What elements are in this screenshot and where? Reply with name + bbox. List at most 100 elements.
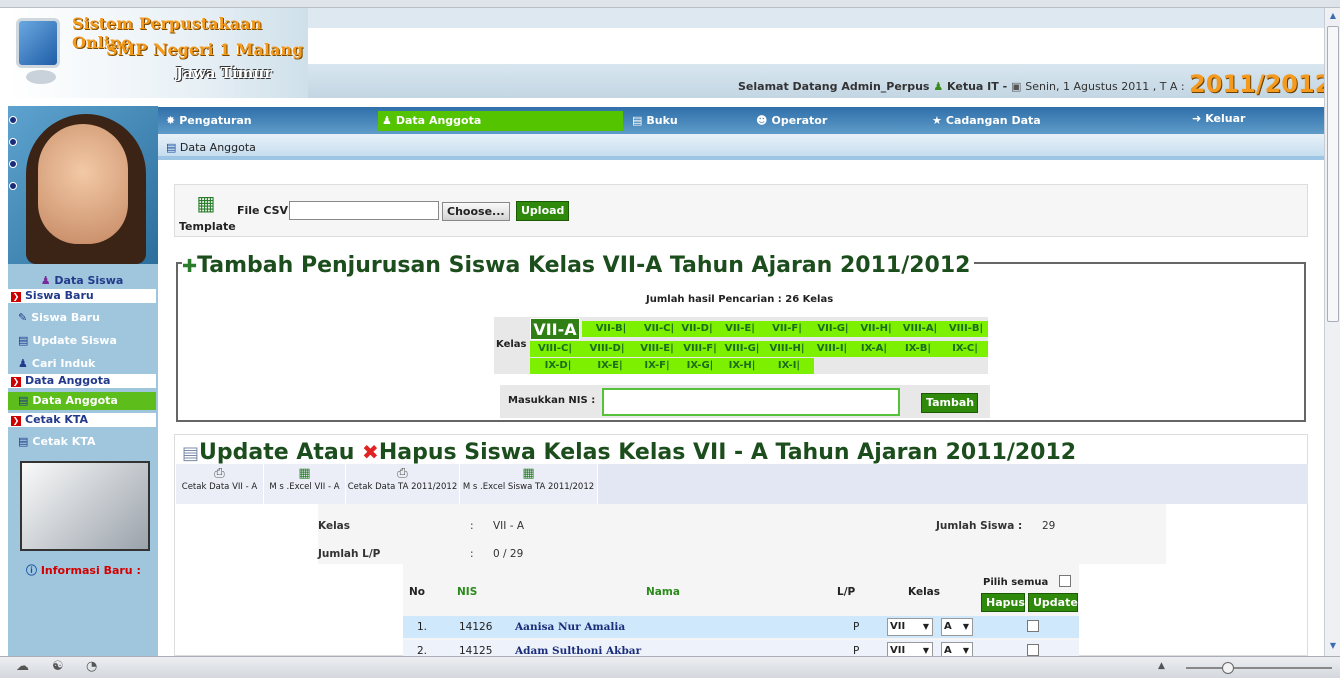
template-label[interactable]: Template	[179, 220, 236, 233]
bullet-icon	[9, 138, 17, 146]
nis-input[interactable]	[602, 388, 900, 416]
info-sep: :	[470, 520, 474, 532]
file-csv-input[interactable]	[289, 201, 439, 220]
nav-item-data-anggota[interactable]: ♟ Data Anggota	[378, 111, 623, 131]
class-option[interactable]: VIII-D|	[580, 341, 634, 357]
class-option[interactable]: VIII-C|	[530, 341, 580, 357]
excel-year-button[interactable]: ▦ M s .Excel Siswa TA 2011/2012	[460, 464, 598, 504]
upload-button[interactable]: Upload	[516, 201, 570, 221]
cloud-icon[interactable]: ☁	[16, 659, 29, 674]
row-sub-select[interactable]: A ▼	[941, 642, 973, 656]
gauge-icon[interactable]: ◔	[86, 659, 97, 674]
row-nis: 14125	[459, 645, 493, 656]
chevron-down-icon: ▼	[922, 646, 929, 655]
class-option[interactable]: VIII-B|	[944, 321, 988, 337]
sidebar-item-cetak-kta[interactable]: ▤ Cetak KTA	[8, 435, 156, 449]
class-option[interactable]: IX-E|	[586, 358, 634, 374]
class-option[interactable]: VII-E|	[716, 321, 764, 337]
calendar-icon: ▣	[1011, 80, 1022, 93]
nav-item-cadangan-data[interactable]: ★ Cadangan Data	[928, 111, 1178, 131]
operator-photo	[8, 106, 158, 264]
row-checkbox[interactable]	[1027, 644, 1039, 656]
row-nis: 14126	[459, 621, 493, 633]
nav-item-buku[interactable]: ▤ Buku	[628, 111, 748, 131]
academic-year: 2011/2012	[1189, 70, 1324, 98]
browser-toolbar	[0, 0, 1340, 8]
class-option[interactable]: IX-C|	[942, 341, 988, 357]
col-no: No	[409, 586, 426, 598]
class-option[interactable]: VIII-G|	[720, 341, 764, 357]
sidebar-section-data-anggota[interactable]: ❯ Data Anggota	[8, 374, 156, 388]
class-option[interactable]: IX-A|	[854, 341, 894, 357]
class-option[interactable]: VII-H|	[856, 321, 896, 337]
sidebar-title: ♟ Data Siswa	[40, 274, 124, 287]
row-kelas-select[interactable]: VII ▼	[887, 618, 933, 636]
scroll-thumb[interactable]	[1327, 26, 1339, 322]
row-sub-select[interactable]: A ▼	[941, 618, 973, 636]
row-checkbox[interactable]	[1027, 620, 1039, 632]
class-option[interactable]: VII-G|	[810, 321, 856, 337]
sidebar-section-siswa-baru[interactable]: ❯ Siswa Baru	[8, 289, 156, 303]
class-option[interactable]: VIII-E|	[634, 341, 680, 357]
class-option[interactable]: VII-D|	[678, 321, 716, 337]
info-sep: :	[470, 548, 474, 560]
class-option[interactable]: IX-F|	[634, 358, 680, 374]
sidebar-item-cari-induk[interactable]: ♟ Cari Induk	[8, 357, 156, 371]
student-table: No NIS Nama L/P Kelas Pilih semua Hapus …	[403, 564, 1079, 656]
class-option[interactable]: VII-C|	[640, 321, 678, 337]
class-option[interactable]: IX-I|	[764, 358, 814, 374]
scroll-down-icon[interactable]: ▼	[1327, 640, 1339, 652]
zoom-out-icon[interactable]: ▲	[1158, 661, 1165, 671]
vertical-scrollbar[interactable]: ▲ ▼	[1324, 8, 1340, 656]
class-option[interactable]: VIII-H|	[764, 341, 810, 357]
sidebar: ♟ Data Siswa ❯ Siswa Baru ✎ Siswa Baru ▤ Up…	[8, 106, 158, 656]
sidebar-item-siswa-baru[interactable]: ✎ Siswa Baru	[8, 311, 156, 325]
share-icon[interactable]: ☯	[52, 659, 64, 674]
tambah-button[interactable]: Tambah	[921, 393, 978, 413]
choose-file-button[interactable]: Choose...	[442, 202, 510, 221]
class-option[interactable]: IX-B|	[894, 341, 942, 357]
info-icon: ⓘ	[26, 564, 37, 577]
class-option[interactable]: IX-G|	[680, 358, 720, 374]
arrow-right-icon: ❯	[11, 377, 21, 387]
arrow-right-icon: ❯	[11, 292, 21, 302]
nav-item-keluar[interactable]: ➜ Keluar	[1188, 109, 1308, 129]
hapus-button[interactable]: Hapus	[981, 593, 1025, 612]
table-row: 1. 14126 Aanisa Nur Amalia P VII ▼ A ▼	[403, 616, 1079, 638]
students-icon: ♟	[40, 274, 51, 287]
row-lp: P	[853, 645, 860, 656]
scroll-up-icon[interactable]: ▲	[1327, 10, 1339, 22]
class-option[interactable]: IX-D|	[530, 358, 586, 374]
class-option[interactable]: VII-F|	[764, 321, 810, 337]
nav-item-pengaturan[interactable]: ✸ Pengaturan	[162, 111, 372, 131]
backup-icon: ★	[932, 114, 942, 127]
print-class-button[interactable]: ⎙ Cetak Data VII - A	[176, 464, 264, 504]
sidebar-section-cetak-kta[interactable]: ❯ Cetak KTA	[8, 413, 156, 427]
excel-template-icon[interactable]: ▦	[191, 191, 221, 217]
print-year-button[interactable]: ⎙ Cetak Data TA 2011/2012	[346, 464, 460, 504]
sidebar-item-data-anggota[interactable]: ▤ Data Anggota	[8, 392, 156, 410]
row-kelas-select[interactable]: VII ▼	[887, 642, 933, 656]
sidebar-item-update-siswa[interactable]: ▤ Update Siswa	[8, 334, 156, 348]
zoom-slider[interactable]	[1186, 667, 1332, 669]
row-nama: Adam Sulthoni Akbar	[515, 645, 642, 656]
class-option[interactable]: VIII-F|	[680, 341, 720, 357]
class-option[interactable]: VIII-I|	[810, 341, 854, 357]
excel-class-button[interactable]: ▦ M s .Excel VII - A	[264, 464, 346, 504]
nav-item-operator[interactable]: ☻ Operator	[752, 111, 922, 131]
user-icon: ♟	[933, 80, 944, 93]
update-section-title: ▤Update Atau ✖Hapus Siswa Kelas Kelas VI…	[182, 440, 1077, 465]
select-all-checkbox[interactable]	[1059, 575, 1071, 587]
update-button[interactable]: Update	[1028, 593, 1078, 612]
info-lp-value: 0 / 29	[493, 548, 524, 560]
site-logo: Sistem Perpustakaan Online SMP Negeri 1 …	[8, 8, 308, 98]
site-header: Sistem Perpustakaan Online SMP Negeri 1 …	[8, 8, 1324, 98]
date-label: Senin, 1 Agustus 2011 , T A :	[1025, 80, 1185, 93]
class-active-vii-a[interactable]: VII-A	[530, 318, 580, 340]
row-no: 1.	[417, 621, 428, 633]
zoom-slider-handle[interactable]	[1222, 662, 1234, 674]
class-option[interactable]: VIII-A|	[896, 321, 944, 337]
class-option[interactable]: IX-H|	[720, 358, 764, 374]
welcome-text: Selamat Datang Admin_Perpus ♟ Ketua IT -…	[738, 80, 1185, 93]
class-option[interactable]: VII-B|	[582, 321, 640, 337]
